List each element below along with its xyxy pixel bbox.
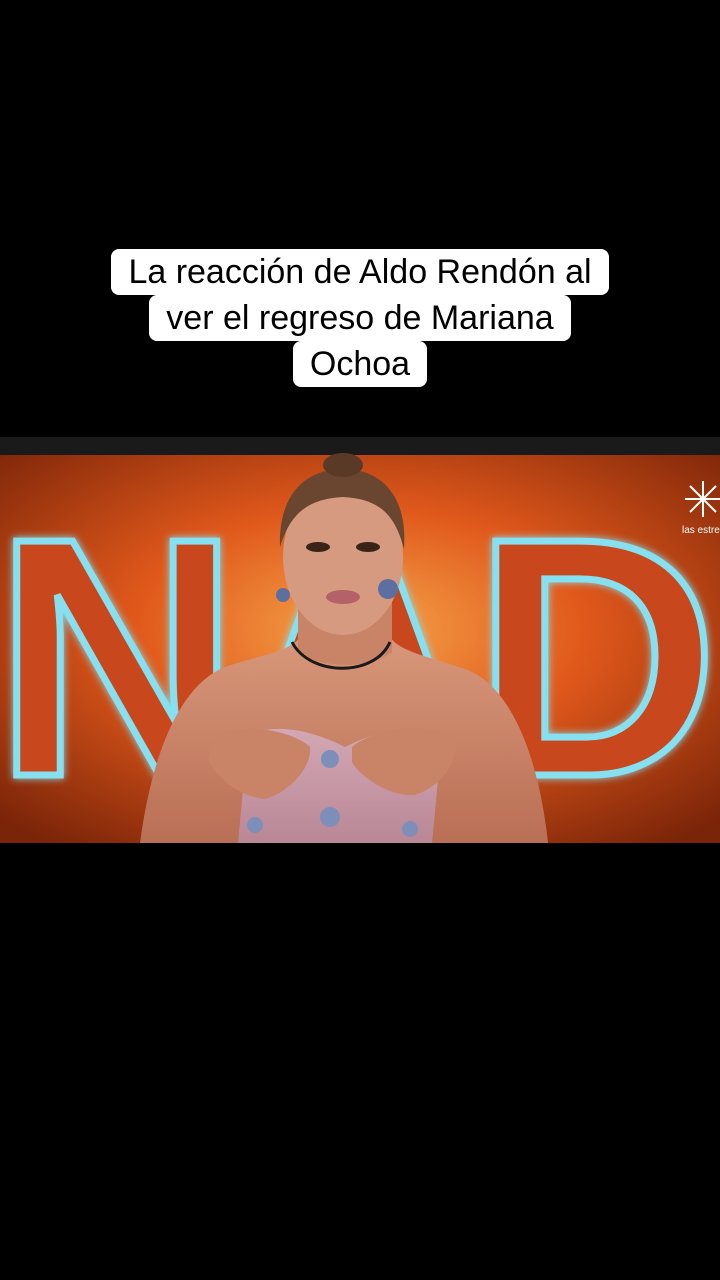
star-logo-icon	[685, 481, 720, 517]
video-top-band	[0, 437, 720, 455]
video-frame[interactable]: NAD las estrel	[0, 437, 720, 843]
caption-line-2: ver el regreso de Mariana	[149, 295, 571, 341]
caption-line-1: La reacción de Aldo Rendón al	[111, 249, 609, 295]
channel-logo-text: las estrel	[682, 525, 720, 536]
video-caption: La reacción de Aldo Rendón al ver el reg…	[0, 249, 720, 387]
caption-line-3: Ochoa	[292, 341, 428, 387]
